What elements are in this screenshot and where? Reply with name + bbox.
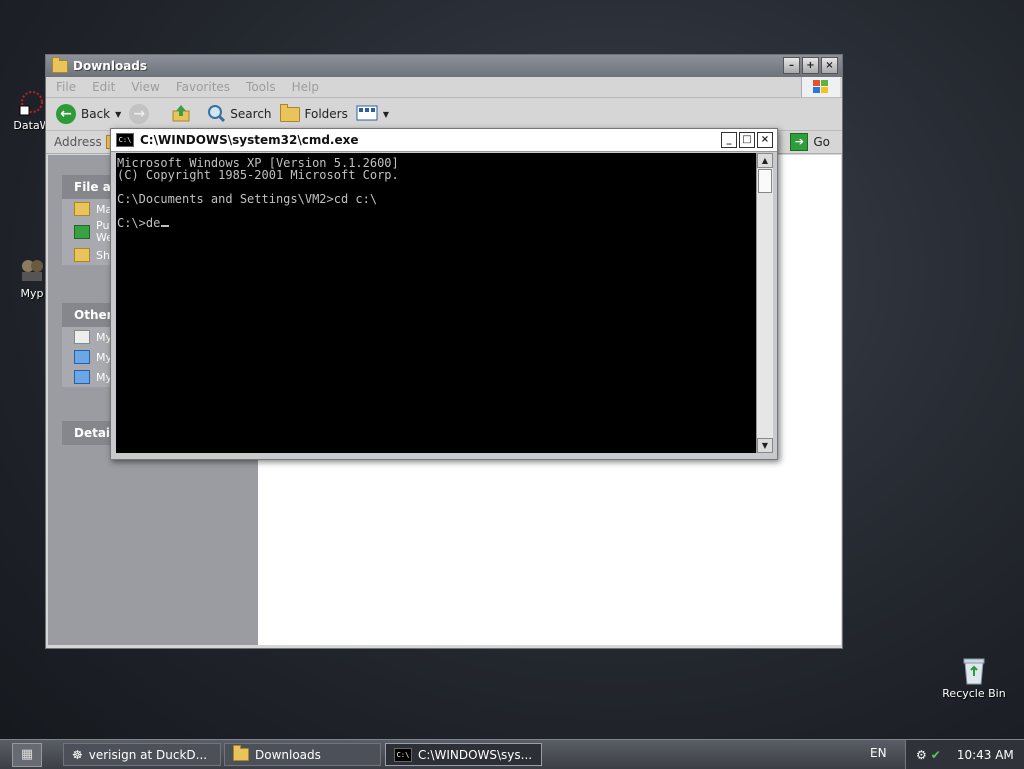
windows-logo-icon [801, 77, 840, 97]
scroll-thumb[interactable] [758, 169, 772, 193]
cmd-window[interactable]: C:\ C:\WINDOWS\system32\cmd.exe _ □ × Mi… [110, 128, 778, 460]
desktop-icon-label: Recycle Bin [942, 687, 1006, 700]
network-icon [74, 370, 90, 384]
task-label: C:\WINDOWS\sys... [418, 747, 533, 762]
back-button[interactable]: ← Back ▼ [56, 104, 121, 124]
views-icon [356, 105, 378, 124]
datawatch-icon [18, 88, 46, 116]
minimize-button[interactable]: – [783, 57, 800, 74]
go-arrow-icon: ➔ [790, 133, 809, 151]
search-label: Search [230, 107, 272, 121]
vertical-scrollbar[interactable]: ▲ ▼ [756, 153, 773, 453]
folders-button[interactable]: Folders [279, 103, 348, 122]
taskbar: ▦ ☸ verisign at DuckD... Downloads C:\ C… [0, 739, 1024, 769]
go-button[interactable]: ➔ Go [790, 133, 830, 151]
close-button[interactable]: × [821, 57, 838, 74]
start-button[interactable]: ▦ [12, 742, 42, 767]
forward-button[interactable]: → [129, 104, 150, 124]
cmd-icon: C:\ [116, 133, 134, 147]
close-button[interactable]: × [757, 132, 773, 148]
share-folder-icon [74, 248, 90, 262]
text-cursor [161, 225, 170, 227]
recycle-bin-icon [960, 656, 988, 685]
start-grid-icon: ▦ [20, 747, 34, 762]
clock[interactable]: 10:43 AM [957, 748, 1014, 762]
menu-file[interactable]: File [56, 80, 76, 94]
scroll-down-arrow-icon[interactable]: ▼ [757, 438, 773, 453]
forward-arrow-icon: → [129, 104, 150, 124]
address-label: Address [54, 135, 102, 149]
go-label: Go [813, 135, 830, 149]
myp-icon [18, 256, 46, 284]
up-folder-icon [171, 103, 191, 126]
task-label: Downloads [255, 747, 321, 762]
language-indicator[interactable]: EN [870, 746, 887, 760]
folders-label: Folders [304, 107, 348, 121]
system-tray: ⚙ ✔ 10:43 AM [905, 740, 1024, 769]
folder-icon [52, 56, 68, 73]
menu-tools[interactable]: Tools [246, 80, 276, 94]
scroll-up-arrow-icon[interactable]: ▲ [757, 153, 773, 168]
menu-edit[interactable]: Edit [92, 80, 115, 94]
folder-icon [74, 202, 90, 216]
task-label: verisign at DuckD... [88, 747, 208, 762]
search-icon [207, 104, 226, 125]
menu-help[interactable]: Help [292, 80, 319, 94]
cmd-titlebar[interactable]: C:\ C:\WINDOWS\system32\cmd.exe _ □ × [111, 129, 777, 152]
chevron-down-icon: ▼ [115, 109, 122, 119]
minimize-button[interactable]: _ [721, 132, 737, 148]
folder-icon [233, 745, 249, 761]
chevron-down-icon: ▼ [382, 109, 390, 119]
back-label: Back [81, 107, 111, 121]
back-arrow-icon: ← [56, 104, 76, 124]
menu-bar: File Edit View Favorites Tools Help [46, 77, 842, 98]
taskbar-button-browser[interactable]: ☸ verisign at DuckD... [63, 743, 221, 766]
desktop-icon-recycle-bin[interactable]: Recycle Bin [934, 656, 1014, 700]
console-line: C:\Documents and Settings\VM2>cd c:\ [117, 192, 378, 206]
explorer-titlebar[interactable]: Downloads – + × [46, 55, 842, 77]
views-button[interactable]: ▼ [356, 105, 389, 124]
console-line: (C) Copyright 1985-2001 Microsoft Corp. [117, 168, 399, 182]
taskbar-button-downloads[interactable]: Downloads [224, 743, 381, 766]
folders-icon [279, 103, 300, 122]
maximize-button[interactable]: + [802, 57, 819, 74]
window-title: Downloads [73, 59, 148, 73]
search-button[interactable]: Search [207, 104, 272, 125]
cmd-icon: C:\ [394, 747, 412, 762]
up-folder-button[interactable] [171, 103, 191, 126]
security-status-icon[interactable]: ✔ [931, 748, 941, 762]
menu-view[interactable]: View [131, 80, 159, 94]
task-label: Sh [96, 248, 110, 262]
console-input-line[interactable]: C:\>de [117, 217, 756, 229]
network-status-icon[interactable]: ⚙ [916, 748, 927, 762]
taskbar-button-cmd[interactable]: C:\ C:\WINDOWS\sys... [385, 743, 542, 766]
publish-icon [74, 225, 90, 239]
maximize-button[interactable]: □ [739, 132, 755, 148]
menu-favorites[interactable]: Favorites [176, 80, 230, 94]
window-title: C:\WINDOWS\system32\cmd.exe [140, 133, 359, 147]
computer-icon [74, 350, 90, 364]
console-prompt: C:\>de [117, 216, 161, 230]
toolbar: ← Back ▼ → Search Folders ▼ [46, 98, 842, 131]
browser-icon: ☸ [72, 747, 83, 762]
documents-icon [74, 330, 90, 344]
console-output[interactable]: Microsoft Windows XP [Version 5.1.2600] … [116, 153, 756, 453]
